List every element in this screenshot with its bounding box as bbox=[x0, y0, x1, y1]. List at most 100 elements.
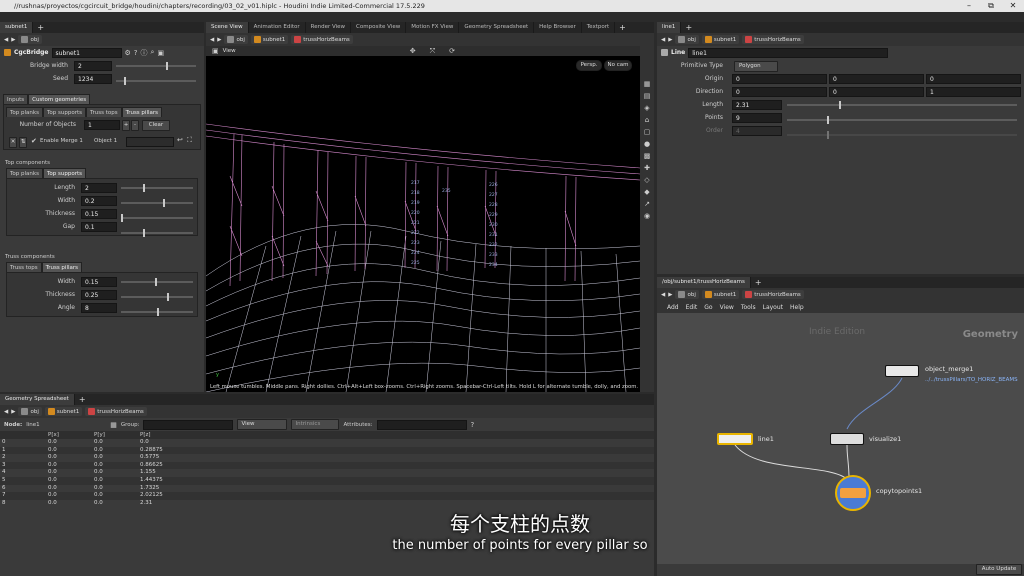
tab-truss-pillars[interactable]: Truss pillars bbox=[121, 107, 162, 117]
snap-icon[interactable]: ◈ bbox=[644, 104, 649, 112]
lock-icon[interactable]: ▣ bbox=[157, 49, 164, 57]
back-icon[interactable]: ◀ bbox=[210, 37, 214, 43]
column-header[interactable]: P[z] bbox=[138, 431, 654, 439]
tab-scene-view[interactable]: Scene View bbox=[206, 22, 249, 33]
wire-icon[interactable]: ◇ bbox=[644, 176, 649, 184]
direction-z-field[interactable]: 1 bbox=[926, 87, 1021, 97]
breadcrumb-obj[interactable]: obj bbox=[224, 35, 248, 44]
tab-top-supports[interactable]: Top supports bbox=[42, 107, 86, 117]
forward-icon[interactable]: ▶ bbox=[11, 37, 15, 43]
menu-tools[interactable]: Tools bbox=[741, 304, 756, 311]
menu-add[interactable]: Add bbox=[667, 304, 679, 311]
frame-icon[interactable]: ▢ bbox=[644, 128, 651, 136]
table-row[interactable]: 8 0.0 0.0 2.31 bbox=[0, 499, 654, 508]
shade-icon[interactable]: ◆ bbox=[644, 188, 649, 196]
breadcrumb-obj[interactable]: obj bbox=[18, 35, 42, 44]
table-row[interactable]: 4 0.0 0.0 1.155 bbox=[0, 469, 654, 477]
node-name-field[interactable]: line1 bbox=[688, 47, 889, 58]
breadcrumb-obj[interactable]: obj bbox=[18, 407, 42, 416]
truss-width-field[interactable]: 0.15 bbox=[81, 277, 117, 287]
length-slider[interactable] bbox=[787, 101, 1017, 109]
menu-edit[interactable]: Edit bbox=[686, 304, 698, 311]
add-tab-button[interactable]: + bbox=[615, 22, 630, 33]
seed-slider[interactable] bbox=[116, 77, 196, 85]
tab-composite-view[interactable]: Composite View bbox=[351, 22, 407, 33]
table-row[interactable]: 3 0.0 0.0 0.86625 bbox=[0, 461, 654, 470]
table-row[interactable]: 7 0.0 0.0 2.02125 bbox=[0, 492, 654, 500]
tab-top-supports-2[interactable]: Top supports bbox=[42, 168, 86, 178]
display-icon[interactable]: ▦ bbox=[644, 80, 651, 88]
breadcrumb-subnet1[interactable]: subnet1 bbox=[701, 35, 740, 44]
intrinsics-menu[interactable]: Intrinsics bbox=[291, 419, 340, 430]
object-merge1-node[interactable] bbox=[885, 365, 919, 377]
table-row[interactable]: 0 0.0 0.0 0.0 bbox=[0, 439, 654, 447]
back-icon[interactable]: ◀ bbox=[661, 292, 665, 298]
direction-x-field[interactable]: 0 bbox=[732, 87, 827, 97]
tab-textport[interactable]: Textport bbox=[582, 22, 616, 33]
primitive-type-menu[interactable]: Polygon bbox=[734, 61, 778, 72]
menu-go[interactable]: Go bbox=[704, 304, 712, 311]
add-tab-button[interactable]: + bbox=[681, 22, 696, 33]
forward-icon[interactable]: ▶ bbox=[668, 292, 672, 298]
tab-motion-fx-view[interactable]: Motion FX View bbox=[406, 22, 460, 33]
clear-button[interactable]: Clear bbox=[142, 120, 170, 131]
gap-field[interactable]: 0.1 bbox=[81, 222, 117, 232]
breadcrumb-trusshorizbeams[interactable]: trussHorizBeams bbox=[85, 407, 147, 416]
forward-icon[interactable]: ▶ bbox=[668, 37, 672, 43]
length-field[interactable]: 2.31 bbox=[732, 100, 782, 110]
truss-thickness-slider[interactable] bbox=[121, 293, 193, 301]
auto-update-button[interactable]: Auto Update bbox=[976, 564, 1022, 575]
back-icon[interactable]: ◀ bbox=[661, 37, 665, 43]
bridge-width-field[interactable]: 2 bbox=[74, 61, 112, 71]
breadcrumb-subnet1[interactable]: subnet1 bbox=[44, 407, 83, 416]
tab-truss-tops-2[interactable]: Truss tops bbox=[6, 262, 42, 272]
tab-line1[interactable]: line1 bbox=[657, 22, 682, 33]
tool-icon-2[interactable]: ⤧ bbox=[430, 47, 436, 56]
home-icon[interactable]: ⌂ bbox=[645, 116, 649, 124]
angle-slider[interactable] bbox=[121, 308, 193, 316]
back-icon[interactable]: ◀ bbox=[4, 37, 8, 43]
tab-inputs[interactable]: Inputs bbox=[3, 94, 29, 104]
origin-z-field[interactable]: 0 bbox=[926, 74, 1021, 84]
close-button[interactable]: ✕ bbox=[1002, 0, 1024, 12]
angle-field[interactable]: 8 bbox=[81, 303, 117, 313]
tab-top-planks-2[interactable]: Top planks bbox=[6, 168, 43, 178]
seed-field[interactable]: 1234 bbox=[74, 74, 112, 84]
help-icon[interactable]: ? bbox=[134, 49, 138, 57]
origin-x-field[interactable]: 0 bbox=[732, 74, 827, 84]
truss-width-slider[interactable] bbox=[121, 278, 193, 286]
num-objects-field[interactable]: 1 bbox=[84, 120, 120, 130]
breadcrumb-trusshorizbeams[interactable]: trussHorizBeams bbox=[742, 290, 804, 299]
direction-y-field[interactable]: 0 bbox=[829, 87, 924, 97]
points-icon[interactable]: ✚ bbox=[644, 164, 650, 172]
bridge-width-slider[interactable] bbox=[116, 62, 196, 70]
breadcrumb-obj[interactable]: obj bbox=[675, 290, 699, 299]
back-icon[interactable]: ◀ bbox=[4, 409, 8, 415]
node-name-field[interactable]: subnet1 bbox=[51, 47, 122, 58]
breadcrumb-obj[interactable]: obj bbox=[675, 35, 699, 44]
thickness-slider[interactable] bbox=[121, 214, 193, 222]
copytopoints1-node[interactable] bbox=[835, 475, 871, 511]
gap-slider[interactable] bbox=[121, 229, 193, 237]
tab-render-view[interactable]: Render View bbox=[306, 22, 352, 33]
add-tab-button[interactable]: + bbox=[33, 22, 48, 33]
tab-geometry-spreadsheet[interactable]: Geometry Spreadsheet bbox=[459, 22, 535, 33]
move-up-button[interactable]: ✕ bbox=[9, 137, 17, 148]
normals-icon[interactable]: ↗ bbox=[644, 200, 650, 208]
object-1-field[interactable] bbox=[126, 137, 174, 147]
viewport-canvas[interactable]: ▣ View ✥ ⤧ ⟳ Persp. No cam 217 218 219 2… bbox=[206, 46, 640, 392]
menu-layout[interactable]: Layout bbox=[763, 304, 783, 311]
light-icon[interactable]: ● bbox=[644, 140, 650, 148]
tab-top-planks[interactable]: Top planks bbox=[6, 107, 43, 117]
breadcrumb-subnet1[interactable]: subnet1 bbox=[250, 35, 289, 44]
thickness-field[interactable]: 0.15 bbox=[81, 209, 117, 219]
move-down-button[interactable]: ⇅ bbox=[19, 137, 27, 148]
table-row[interactable]: 2 0.0 0.0 0.5775 bbox=[0, 454, 654, 462]
breadcrumb-trusshorizbeams[interactable]: trussHorizBeams bbox=[291, 35, 353, 44]
points-slider[interactable] bbox=[787, 116, 1017, 124]
truss-thickness-field[interactable]: 0.25 bbox=[81, 290, 117, 300]
tab-network[interactable]: /obj/subnet1/trussHorizBeams bbox=[657, 277, 751, 288]
length-slider[interactable] bbox=[121, 184, 193, 192]
tab-animation-editor[interactable]: Animation Editor bbox=[249, 22, 306, 33]
tab-help-browser[interactable]: Help Browser bbox=[534, 22, 582, 33]
